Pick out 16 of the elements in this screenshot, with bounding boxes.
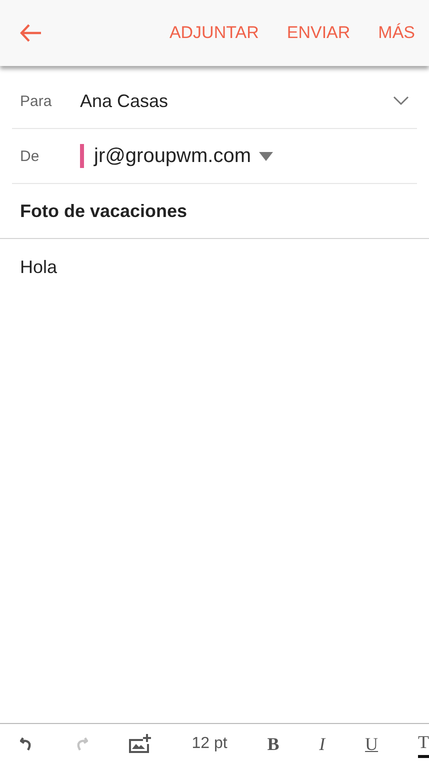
sender-field[interactable]: jr@groupwm.com xyxy=(94,144,252,168)
underline-button[interactable]: U xyxy=(365,732,378,756)
recipient-field[interactable]: Ana Casas xyxy=(80,90,168,112)
chevron-down-icon[interactable] xyxy=(393,96,409,106)
dropdown-triangle-icon[interactable] xyxy=(259,152,274,160)
from-label: De xyxy=(20,148,40,164)
size-button[interactable]: 12 pt xyxy=(192,733,228,755)
subject-field[interactable]: Foto de vacaciones xyxy=(0,184,429,239)
color-button[interactable]: T xyxy=(418,730,429,758)
image-button[interactable] xyxy=(128,732,152,756)
back-arrow-icon xyxy=(20,24,42,42)
bold-button[interactable]: B xyxy=(267,732,280,756)
add-image-icon xyxy=(128,734,152,754)
message-body[interactable]: Hola xyxy=(0,239,429,723)
to-label: Para xyxy=(20,92,53,110)
italic-button[interactable]: I xyxy=(319,732,326,756)
